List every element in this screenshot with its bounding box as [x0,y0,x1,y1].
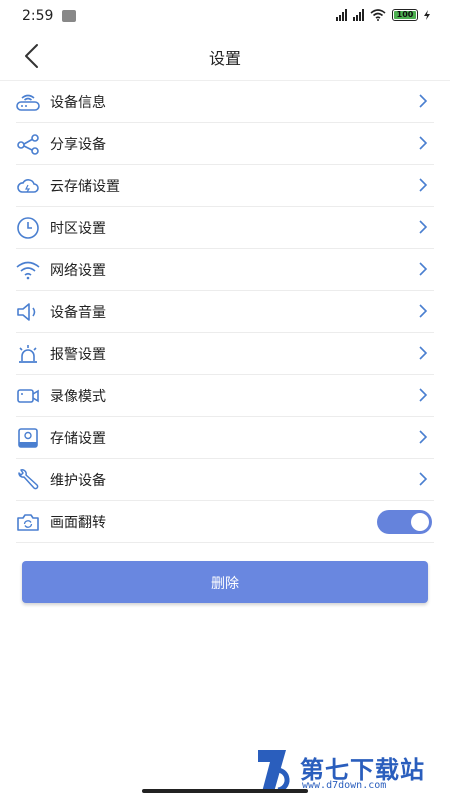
settings-item-record-mode[interactable]: 录像模式 [16,375,434,417]
cloud-icon [16,174,40,198]
share-icon [16,132,40,156]
router-icon [16,90,40,114]
settings-item-image-flip: 画面翻转 [16,501,434,543]
signal-icon [336,9,347,21]
settings-item-cloud-storage[interactable]: 云存储设置 [16,165,434,207]
chevron-right-icon [419,472,428,486]
status-icons: 100 [336,9,430,21]
settings-item-label: 时区设置 [50,220,106,237]
settings-item-label: 网络设置 [50,262,106,279]
settings-item-label: 报警设置 [50,346,106,363]
settings-item-label: 云存储设置 [50,178,120,195]
battery-icon: 100 [392,9,418,21]
video-camera-icon [16,384,40,408]
clock-icon [16,216,40,240]
chevron-right-icon [419,262,428,276]
speaker-icon [16,300,40,324]
delete-button[interactable]: 删除 [22,561,428,603]
wifi-icon [16,258,40,282]
alarm-light-icon [16,342,40,366]
page-title: 设置 [208,49,241,68]
status-bar: 2:59 100 [0,0,450,32]
charging-icon [424,10,430,20]
settings-item-timezone[interactable]: 时区设置 [16,207,434,249]
battery-level: 100 [396,10,414,19]
status-time: 2:59 [22,8,54,24]
chevron-right-icon [419,304,428,318]
settings-list: 设备信息 分享设备 云存储设置 时区设置 网络设置 设备音量 报警设置 录像模式… [16,81,434,543]
settings-item-device-info[interactable]: 设备信息 [16,81,434,123]
debug-icon [62,10,76,22]
settings-item-label: 存储设置 [50,430,106,447]
settings-item-alarm[interactable]: 报警设置 [16,333,434,375]
chevron-right-icon [419,94,428,108]
watermark-logo-icon [258,750,290,793]
settings-item-maintenance[interactable]: 维护设备 [16,459,434,501]
toggle-knob [411,513,429,531]
chevron-right-icon [419,220,428,234]
wrench-icon [16,468,40,492]
settings-item-label: 维护设备 [50,472,106,489]
settings-item-share-device[interactable]: 分享设备 [16,123,434,165]
storage-icon [16,426,40,450]
chevron-right-icon [419,178,428,192]
settings-item-storage[interactable]: 存储设置 [16,417,434,459]
chevron-right-icon [419,346,428,360]
chevron-right-icon [419,136,428,150]
header: 设置 [0,32,450,81]
watermark-url: www.d7down.com [302,780,387,791]
chevron-right-icon [419,430,428,444]
settings-item-label: 分享设备 [50,136,106,153]
settings-item-label: 设备信息 [50,94,106,111]
signal-icon [353,9,364,21]
camera-flip-icon [16,510,40,534]
settings-item-label: 画面翻转 [50,514,106,531]
settings-item-volume[interactable]: 设备音量 [16,291,434,333]
chevron-right-icon [419,388,428,402]
settings-item-label: 设备音量 [50,304,106,321]
home-indicator[interactable] [142,789,308,793]
settings-item-network[interactable]: 网络设置 [16,249,434,291]
wifi-status-icon [370,9,386,21]
settings-item-label: 录像模式 [50,388,106,405]
image-flip-toggle[interactable] [377,510,432,534]
